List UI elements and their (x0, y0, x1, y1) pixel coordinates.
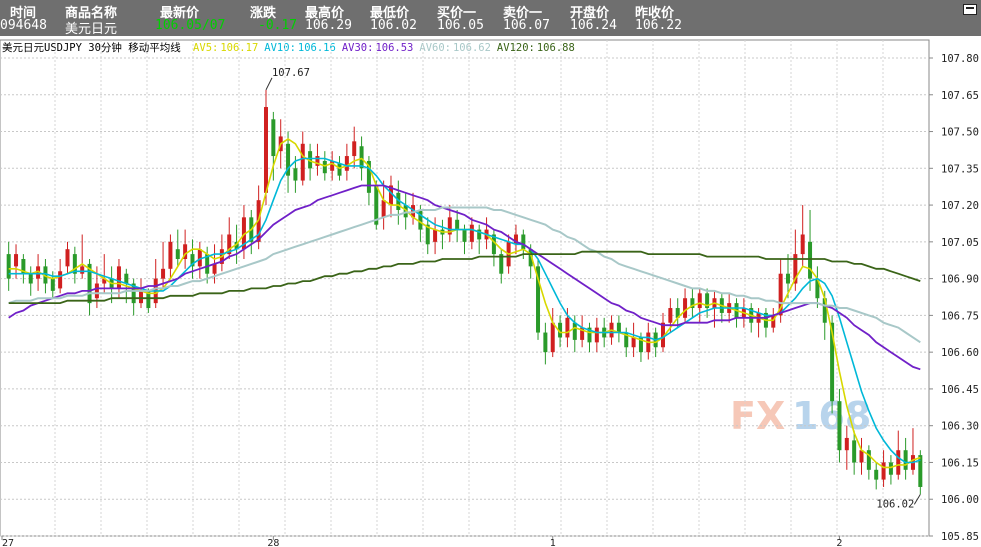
candle-body (616, 322, 621, 333)
candle-body (668, 308, 673, 323)
minimize-window-button[interactable] (963, 4, 977, 15)
candle-body (212, 263, 217, 274)
y-tick-label: 106.00 (941, 494, 979, 506)
quote-header: 时间 商品名称 最新价 涨跌 最高价 最低价 买价一 卖价一 开盘价 昨收价 094648 美元日元 1… (0, 0, 981, 37)
candle-body (594, 327, 599, 343)
candle-body (124, 273, 129, 284)
high-annotation: 107.67 (272, 67, 310, 79)
candle-body (697, 293, 702, 309)
candle-body (381, 200, 386, 218)
y-tick-label: 106.90 (941, 274, 979, 286)
header-value-1: 美元日元 (65, 22, 118, 37)
candle-body (521, 234, 526, 250)
x-tick-label: 27 (2, 538, 14, 547)
watermark-fx: FX (730, 394, 785, 438)
header-value-7: 106.07 (503, 18, 550, 33)
low-annotation-leader (913, 494, 921, 505)
candle-body (785, 273, 790, 284)
y-tick-label: 107.80 (941, 53, 979, 65)
header-value-8: 106.24 (570, 18, 617, 33)
y-tick-label: 105.85 (941, 531, 979, 543)
candle-body (50, 278, 55, 291)
header-value-2: 106.05/07 (155, 18, 226, 33)
candle-body (139, 290, 144, 304)
y-tick-label: 107.35 (941, 163, 979, 175)
candle-body (808, 241, 813, 279)
y-tick-label: 106.15 (941, 457, 979, 469)
candle-body (866, 450, 871, 470)
candle-body (293, 168, 298, 181)
y-tick-label: 106.60 (941, 347, 979, 359)
candle-body (469, 224, 474, 242)
candle-body (550, 322, 555, 353)
candle-body (352, 141, 357, 157)
candle-body (800, 234, 805, 255)
candle-body (896, 450, 901, 475)
low-annotation: 106.02 (876, 498, 914, 510)
candle-body (271, 119, 276, 157)
y-tick-label: 107.50 (941, 127, 979, 139)
header-value-5: 106.02 (370, 18, 417, 33)
header-value-9: 106.22 (635, 18, 682, 33)
candle-body (683, 298, 688, 318)
candle-body (359, 146, 364, 169)
candle-body (565, 317, 570, 338)
x-tick-label: 1 (550, 538, 556, 547)
candle-body (263, 107, 268, 193)
y-tick-label: 106.30 (941, 421, 979, 433)
candle-body (455, 219, 460, 230)
candle-body (14, 254, 19, 267)
candle-body (6, 254, 11, 279)
candle-body (94, 283, 99, 299)
candle-body (433, 229, 438, 242)
y-tick-label: 106.45 (941, 384, 979, 396)
candle-body (543, 332, 548, 353)
y-tick-label: 106.75 (941, 310, 979, 322)
candle-body (337, 163, 342, 176)
candle-body (300, 143, 305, 181)
candle-body (874, 469, 879, 480)
candle-body (175, 249, 180, 260)
candle-body (28, 273, 33, 284)
candle-body (330, 160, 335, 171)
x-tick-label: 28 (267, 538, 279, 547)
header-value-6: 106.05 (437, 18, 484, 33)
candle-body (888, 462, 893, 475)
candle-body (418, 209, 423, 230)
header-value-0: 094648 (0, 18, 47, 33)
y-tick-label: 107.05 (941, 237, 979, 249)
candlestick-chart: FX 168107.80107.65107.50107.35107.20107.0… (0, 39, 979, 547)
candle-body (80, 266, 85, 274)
candle-body (572, 322, 577, 340)
ma-line-av120 (8, 250, 921, 305)
candle-body (837, 401, 842, 451)
candle-body (631, 337, 636, 348)
ma-line-av30 (8, 184, 921, 371)
candle-body (322, 160, 327, 174)
candle-body (344, 156, 349, 171)
high-annotation-leader (265, 77, 273, 91)
y-tick-label: 107.20 (941, 200, 979, 212)
candle-body (844, 437, 849, 451)
candle-body (903, 450, 908, 470)
y-tick-label: 107.65 (941, 90, 979, 102)
candle-body (881, 462, 886, 480)
header-value-4: 106.29 (305, 18, 352, 33)
candle-body (65, 249, 70, 267)
candle-body (852, 440, 857, 463)
candle-body (161, 268, 166, 279)
header-value-3: -0.17 (258, 18, 298, 33)
candle-body (462, 229, 467, 242)
candle-body (168, 241, 173, 269)
candle-body (58, 271, 63, 289)
x-tick-label: 2 (836, 538, 842, 547)
candle-body (116, 266, 121, 289)
